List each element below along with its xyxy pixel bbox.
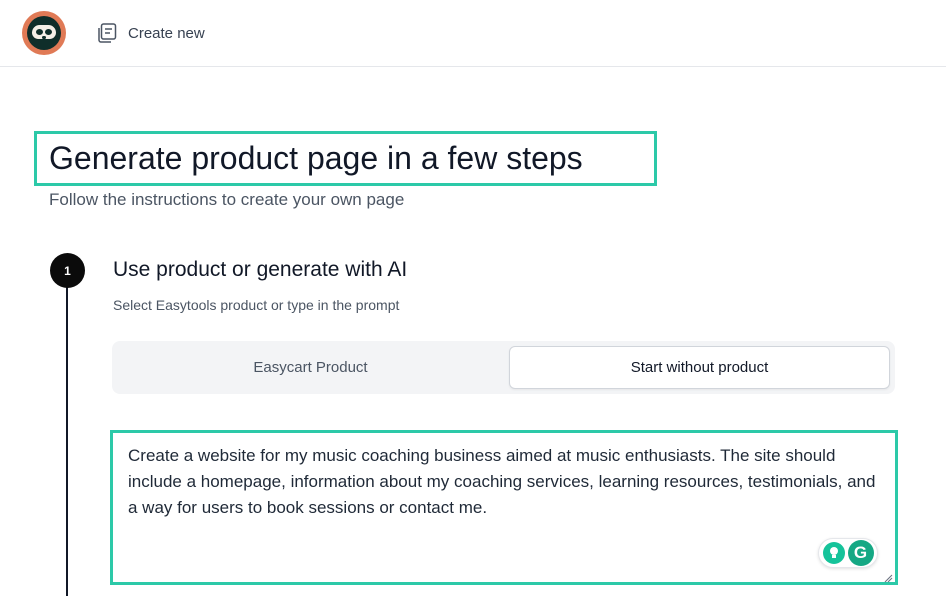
sloth-logo[interactable] [22, 11, 66, 55]
top-bar: Create new [0, 0, 946, 67]
page-title: Generate product page in a few steps [49, 140, 583, 176]
product-mode-toggle: Easycart Product Start without product [112, 341, 895, 394]
step-title: Use product or generate with AI [113, 258, 408, 281]
lightbulb-icon[interactable] [822, 542, 845, 564]
step-number-badge: 1 [50, 253, 85, 288]
tab-start-without-product[interactable]: Start without product [509, 346, 890, 389]
grammarly-icon[interactable]: G [847, 540, 874, 566]
grammarly-widget[interactable]: G [818, 538, 878, 568]
create-new-label: Create new [128, 24, 205, 42]
step-description: Select Easytools product or type in the … [113, 297, 400, 313]
document-stack-icon [96, 23, 117, 43]
resize-handle-icon[interactable] [883, 570, 893, 583]
prompt-text[interactable]: Create a website for my music coaching b… [128, 443, 888, 521]
prompt-textarea[interactable]: Create a website for my music coaching b… [110, 430, 898, 585]
page-subtitle: Follow the instructions to create your o… [49, 190, 405, 209]
step-connector-line [66, 285, 68, 596]
tab-easycart-product[interactable]: Easycart Product [117, 346, 504, 389]
logo-face-icon [27, 16, 61, 50]
create-new-button[interactable]: Create new [96, 22, 205, 44]
